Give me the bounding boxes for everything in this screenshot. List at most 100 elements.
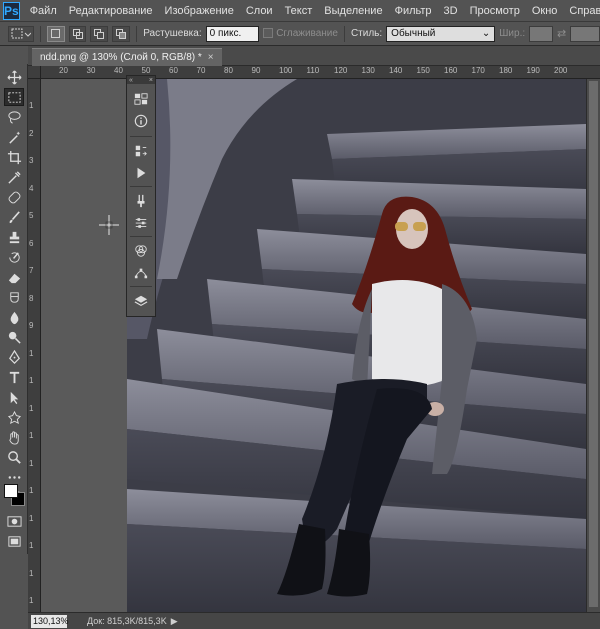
- path-selection-tool[interactable]: [4, 388, 24, 406]
- history-brush-tool[interactable]: [4, 248, 24, 266]
- ruler-tick-label: 2: [29, 128, 34, 138]
- clone-stamp-tool[interactable]: [4, 228, 24, 246]
- vertical-ruler[interactable]: 1 2 3 4 5 6 7 8 9 1 1 1 1 1 1 1 1 1 1: [28, 79, 41, 612]
- foreground-color-swatch[interactable]: [4, 484, 18, 498]
- ruler-tick-label: 6: [29, 238, 34, 248]
- hand-tool[interactable]: [4, 428, 24, 446]
- scrollbar-thumb[interactable]: [589, 81, 598, 607]
- document-tab[interactable]: ndd.png @ 130% (Слой 0, RGB/8) * ×: [32, 48, 222, 66]
- menu-bar: Ps Файл Редактирование Изображение Слои …: [0, 0, 600, 22]
- panel-divider: [130, 186, 152, 187]
- channels-icon: [135, 245, 147, 257]
- zoom-tool[interactable]: [4, 448, 24, 466]
- ruler-tick-label: 190: [526, 66, 540, 75]
- options-separator: [343, 25, 345, 42]
- quick-mask-button[interactable]: [4, 512, 24, 530]
- add-to-selection-button[interactable]: [68, 25, 87, 42]
- menu-window[interactable]: Окно: [526, 0, 564, 22]
- marquee-tool[interactable]: [4, 88, 24, 106]
- eyedropper-tool[interactable]: [4, 168, 24, 186]
- move-tool[interactable]: [4, 68, 24, 86]
- horizontal-ruler[interactable]: 20 30 40 50 60 70 80 90 100 110 120 130 140 150 160 170…: [41, 66, 600, 79]
- menu-file[interactable]: Файл: [24, 0, 63, 22]
- height-input[interactable]: [570, 25, 600, 42]
- close-icon[interactable]: ×: [149, 77, 153, 84]
- menu-3d[interactable]: 3D: [438, 0, 464, 22]
- type-tool[interactable]: [4, 368, 24, 386]
- history-panel-button[interactable]: [131, 142, 151, 160]
- ruler-origin[interactable]: [28, 66, 41, 79]
- menu-type[interactable]: Текст: [279, 0, 319, 22]
- shape-tool[interactable]: [4, 408, 24, 426]
- ruler-tick-label: 90: [251, 66, 261, 75]
- collapse-panels-icon[interactable]: «: [129, 77, 133, 84]
- status-bar: 130,13% Док: 815,3K/815,3K ▶: [28, 612, 600, 629]
- actions-panel-button[interactable]: [131, 164, 151, 182]
- eraser-tool[interactable]: [4, 268, 24, 286]
- eraser-icon: [8, 273, 20, 283]
- brush-settings-icon: [137, 194, 145, 208]
- paths-panel-button[interactable]: [131, 264, 151, 282]
- options-separator: [136, 25, 138, 42]
- gradient-tool[interactable]: [4, 288, 24, 306]
- brush-tool[interactable]: [4, 208, 24, 226]
- antialias-label: Сглаживание: [276, 28, 338, 39]
- vertical-scrollbar[interactable]: [586, 79, 600, 612]
- clone-stamp-icon: [9, 231, 19, 243]
- menu-layers[interactable]: Слои: [240, 0, 279, 22]
- ruler-tick-label: 50: [141, 66, 151, 75]
- gradient-icon: [9, 291, 19, 303]
- menu-filter[interactable]: Фильтр: [389, 0, 438, 22]
- menu-help[interactable]: Справка: [563, 0, 600, 22]
- info-panel-button[interactable]: [131, 112, 151, 130]
- crosshair-cursor-icon: [99, 215, 119, 235]
- status-menu-arrow-icon[interactable]: ▶: [171, 616, 178, 627]
- panel-divider: [130, 136, 152, 137]
- ruler-tick-label: 160: [444, 66, 458, 75]
- menu-select[interactable]: Выделение: [318, 0, 388, 22]
- document-size-info: Док: 815,3K/815,3K: [87, 616, 167, 626]
- magic-wand-tool[interactable]: [4, 128, 24, 146]
- marquee-preset-icon: [11, 28, 31, 38]
- healing-brush-tool[interactable]: [4, 188, 24, 206]
- menu-edit[interactable]: Редактирование: [63, 0, 159, 22]
- panel-strip-header[interactable]: « ×: [127, 76, 155, 84]
- close-icon[interactable]: ×: [208, 52, 214, 63]
- menu-view[interactable]: Просмотр: [464, 0, 526, 22]
- subtract-selection-button[interactable]: [90, 25, 109, 42]
- ruler-tick-label: 200: [554, 66, 568, 75]
- style-select[interactable]: Обычный ⌄: [386, 25, 496, 42]
- menu-image[interactable]: Изображение: [159, 0, 240, 22]
- chevron-down-icon: ⌄: [481, 28, 491, 39]
- ruler-tick-label: 80: [224, 66, 233, 75]
- zoom-level-input[interactable]: 130,13%: [31, 614, 69, 628]
- channels-panel-button[interactable]: [131, 242, 151, 260]
- screen-mode-button[interactable]: [4, 532, 24, 550]
- ruler-tick-label: 1: [29, 596, 34, 605]
- swap-width-height-icon[interactable]: ⇄: [557, 27, 566, 40]
- feather-input[interactable]: 0 пикс.: [205, 25, 260, 42]
- pen-tool[interactable]: [4, 348, 24, 366]
- document-canvas[interactable]: [41, 79, 600, 612]
- style-label: Стиль:: [350, 28, 383, 39]
- options-bar: Растушевка: 0 пикс. Сглаживание Стиль: О…: [0, 22, 600, 46]
- intersect-selection-button[interactable]: [112, 25, 131, 42]
- healing-brush-icon: [8, 191, 20, 203]
- path-selection-icon: [10, 391, 18, 404]
- properties-panel-button[interactable]: [131, 214, 151, 232]
- properties-icon: [135, 218, 147, 228]
- lasso-tool[interactable]: [4, 108, 24, 126]
- width-input[interactable]: [529, 25, 553, 42]
- crop-tool[interactable]: [4, 148, 24, 166]
- new-selection-button[interactable]: [46, 25, 65, 42]
- blur-tool[interactable]: [4, 308, 24, 326]
- blur-icon: [10, 311, 18, 324]
- dodge-tool[interactable]: [4, 328, 24, 346]
- brush-settings-panel-button[interactable]: [131, 192, 151, 210]
- antialias-checkbox[interactable]: Сглаживание: [263, 28, 338, 39]
- ruler-tick-label: 100: [279, 66, 293, 75]
- ruler-tick-label: 140: [389, 66, 403, 75]
- layers-panel-button[interactable]: [131, 292, 151, 310]
- color-panel-button[interactable]: [131, 90, 151, 108]
- tool-preset-picker[interactable]: [8, 25, 34, 42]
